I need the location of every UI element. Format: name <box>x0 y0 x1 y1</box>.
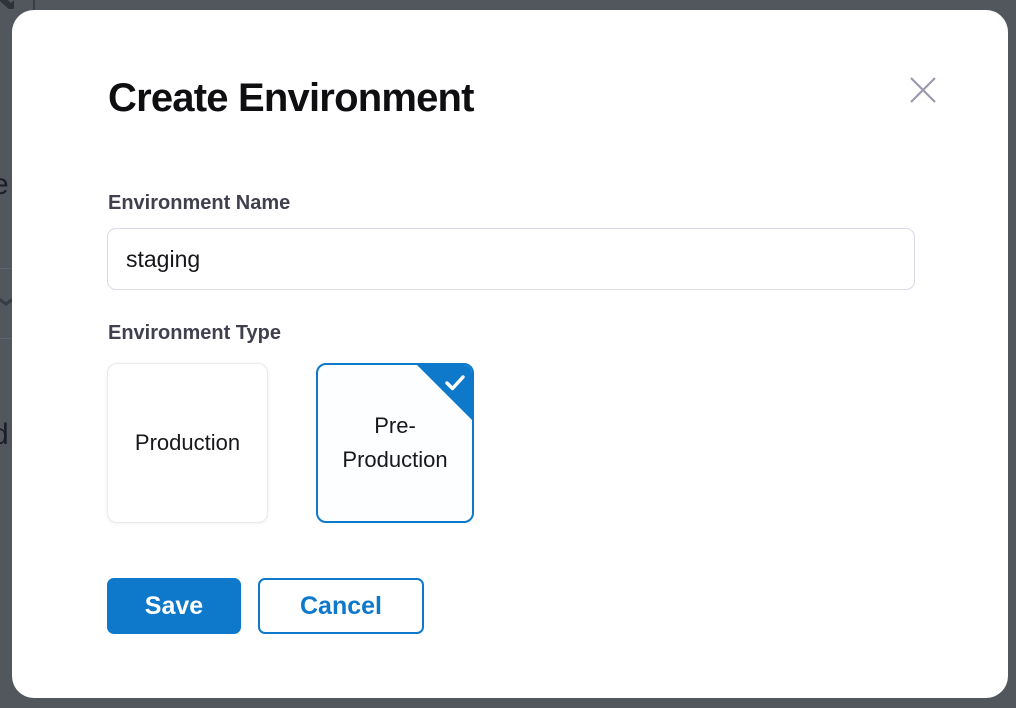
environment-type-options: Production Pre-Production <box>107 363 474 523</box>
backdrop-divider <box>0 268 12 269</box>
check-icon <box>444 373 466 393</box>
backdrop-text-fragment: e <box>0 168 12 202</box>
close-icon <box>907 74 939 106</box>
backdrop-text-fragment: d <box>0 418 12 452</box>
backdrop-chevron-icon <box>0 0 14 9</box>
environment-name-input[interactable] <box>107 228 915 290</box>
save-button[interactable]: Save <box>107 578 241 634</box>
cancel-button[interactable]: Cancel <box>258 578 424 634</box>
type-option-label: Production <box>135 426 240 460</box>
dialog-actions: Save Cancel <box>107 578 424 634</box>
type-option-production[interactable]: Production <box>107 363 268 523</box>
type-option-pre-production[interactable]: Pre-Production <box>316 363 474 523</box>
backdrop-divider <box>0 338 12 339</box>
environment-name-label: Environment Name <box>108 192 290 215</box>
close-button[interactable] <box>905 72 941 108</box>
type-option-label: Pre-Production <box>334 409 456 477</box>
backdrop-divider <box>33 0 35 10</box>
create-environment-dialog: Create Environment Environment Name Envi… <box>12 10 1008 698</box>
dialog-title: Create Environment <box>108 76 474 121</box>
environment-type-label: Environment Type <box>108 322 281 345</box>
